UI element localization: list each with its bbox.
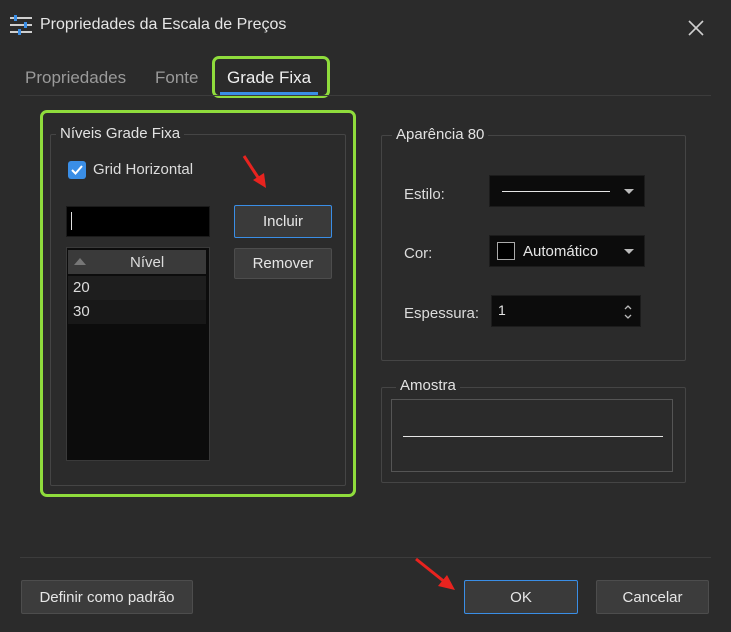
text-caret <box>71 212 72 230</box>
check-icon <box>71 165 83 175</box>
sample-group-title: Amostra <box>396 377 460 394</box>
close-icon[interactable] <box>686 18 706 38</box>
line-style-dropdown[interactable] <box>489 175 645 207</box>
list-item[interactable]: 30 <box>68 300 206 324</box>
appearance-group-title: Aparência 80 <box>392 126 489 143</box>
chevron-down-icon <box>624 189 634 194</box>
add-level-button[interactable]: Incluir <box>234 205 332 238</box>
color-value: Automático <box>523 243 599 260</box>
spin-arrows-icon[interactable] <box>623 302 633 322</box>
title-bar: Propriedades da Escala de Preços <box>0 0 731 56</box>
list-item[interactable]: 20 <box>68 276 206 300</box>
remove-level-button[interactable]: Remover <box>234 248 332 279</box>
tab-divider <box>20 95 711 96</box>
thickness-spinbox[interactable]: 1 <box>491 295 641 327</box>
cancel-button[interactable]: Cancelar <box>596 580 709 614</box>
chevron-down-icon <box>624 249 634 254</box>
thickness-value: 1 <box>498 302 506 318</box>
sort-ascending-icon <box>74 258 86 265</box>
tab-highlight-annotation <box>212 56 330 98</box>
color-label: Cor: <box>404 245 433 262</box>
tab-fonte[interactable]: Fonte <box>155 68 198 88</box>
annotation-arrow-icon <box>242 155 266 188</box>
list-item-value: 20 <box>73 279 90 296</box>
thickness-label: Espessura: <box>404 305 480 322</box>
sample-line <box>403 436 663 437</box>
window-title: Propriedades da Escala de Preços <box>40 16 287 33</box>
grid-horizontal-label: Grid Horizontal <box>93 161 194 178</box>
footer-divider <box>20 557 711 558</box>
color-swatch <box>497 242 515 260</box>
level-column-header: Nível <box>130 254 165 271</box>
style-label: Estilo: <box>404 186 445 203</box>
ok-button[interactable]: OK <box>464 580 578 614</box>
grid-horizontal-checkbox[interactable] <box>68 161 86 179</box>
sliders-icon <box>10 15 32 35</box>
color-dropdown[interactable]: Automático <box>489 235 645 267</box>
set-default-button[interactable]: Definir como padrão <box>21 580 193 614</box>
line-style-preview <box>502 191 610 192</box>
sample-preview <box>391 399 673 472</box>
list-item-value: 30 <box>73 303 90 320</box>
annotation-arrow-icon <box>415 557 455 590</box>
tab-propriedades[interactable]: Propriedades <box>25 68 126 88</box>
level-input[interactable] <box>66 206 210 237</box>
